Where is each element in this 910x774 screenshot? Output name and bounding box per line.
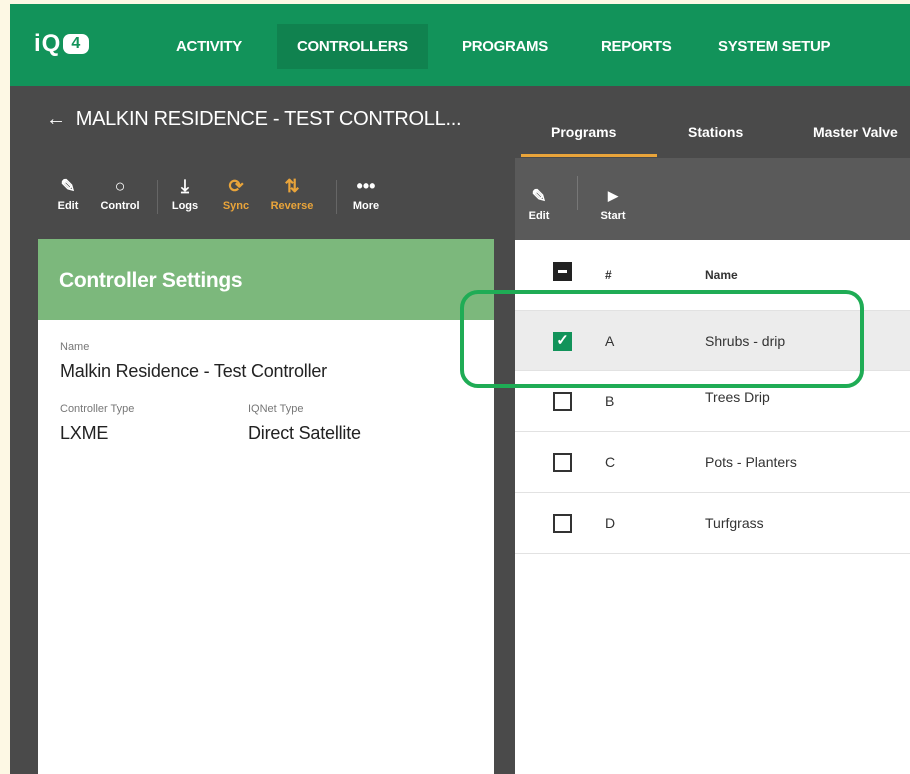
row-checkbox[interactable]: [553, 514, 572, 533]
back-arrow-icon[interactable]: ←: [46, 108, 66, 130]
more-icon: •••: [356, 176, 376, 196]
controller-title: MALKIN RESIDENCE - TEST CONTROLL...: [75, 108, 462, 130]
more-button[interactable]: ••• More: [336, 174, 396, 212]
reverse-icon: ⇅: [284, 176, 300, 196]
sync-icon: ⟳: [228, 176, 244, 196]
row-checkbox[interactable]: [553, 453, 572, 472]
play-icon: ▶: [608, 188, 618, 203]
controller-settings-card: Controller Settings Name Malkin Residenc…: [38, 239, 494, 774]
edit-label: Edit: [57, 200, 79, 212]
control-label: Control: [100, 200, 140, 212]
program-letter: B: [605, 393, 615, 409]
nav-programs[interactable]: PROGRAMS: [462, 24, 548, 69]
table-row[interactable]: D Turfgrass: [515, 493, 910, 554]
app-window: iQ 4 ACTIVITY CONTROLLERS PROGRAMS REPORT…: [10, 4, 910, 774]
program-edit-label: Edit: [528, 210, 550, 222]
program-name: Turfgrass: [705, 515, 764, 531]
col-number: #: [605, 268, 612, 282]
active-tab-indicator: [521, 154, 657, 157]
program-letter: C: [605, 454, 616, 470]
top-nav: iQ 4 ACTIVITY CONTROLLERS PROGRAMS REPORT…: [10, 4, 910, 86]
breadcrumb: ← MALKIN RESIDENCE - TEST CONTROLL...: [46, 108, 462, 131]
programs-toolbar: ✎ Edit ▶ Start: [515, 158, 910, 240]
toolbar-divider: [336, 180, 337, 214]
nav-reports[interactable]: REPORTS: [601, 24, 672, 69]
reverse-button[interactable]: ⇅ Reverse: [262, 174, 322, 212]
table-row[interactable]: C Pots - Planters: [515, 432, 910, 493]
program-letter: D: [605, 515, 616, 531]
sync-button[interactable]: ⟳ Sync: [206, 174, 266, 212]
pencil-icon: ✎: [60, 176, 76, 196]
select-all-checkbox[interactable]: [553, 262, 572, 281]
program-name: Pots - Planters: [705, 454, 797, 470]
row-highlight-annotation: [460, 290, 864, 388]
control-button[interactable]: ○ Control: [90, 174, 150, 212]
tab-programs[interactable]: Programs: [551, 124, 616, 140]
toolbar-divider: [157, 180, 158, 214]
start-label: Start: [600, 210, 626, 222]
nav-activity[interactable]: ACTIVITY: [176, 24, 242, 69]
circle-icon: ○: [114, 176, 126, 196]
iq4-logo[interactable]: iQ 4: [34, 30, 90, 58]
name-value: Malkin Residence - Test Controller: [60, 361, 327, 381]
col-name: Name: [705, 268, 738, 282]
nav-system-setup[interactable]: SYSTEM SETUP: [718, 24, 831, 69]
iqnet-type-value: Direct Satellite: [248, 423, 361, 443]
controller-type-label: Controller Type: [60, 403, 135, 415]
card-title: Controller Settings: [38, 239, 494, 320]
name-label: Name: [60, 341, 90, 353]
tab-master-valve[interactable]: Master Valve: [813, 124, 898, 140]
iqnet-type-label: IQNet Type: [248, 403, 304, 415]
program-edit-button[interactable]: ✎ Edit: [519, 184, 559, 222]
pencil-icon: ✎: [531, 186, 547, 206]
start-button[interactable]: ▶ Start: [593, 184, 633, 222]
program-name: Trees Drip: [705, 389, 770, 405]
more-label: More: [352, 200, 380, 212]
toolbar-divider: [577, 176, 578, 210]
controller-type-value: LXME: [60, 423, 109, 443]
logo-text: iQ: [34, 30, 62, 57]
edit-button[interactable]: ✎ Edit: [38, 174, 98, 212]
nav-controllers[interactable]: CONTROLLERS: [277, 24, 428, 69]
row-checkbox[interactable]: [553, 392, 572, 411]
logo-badge: 4: [63, 34, 90, 54]
reverse-label: Reverse: [270, 200, 314, 212]
tab-stations[interactable]: Stations: [688, 124, 743, 140]
sync-label: Sync: [222, 200, 250, 212]
